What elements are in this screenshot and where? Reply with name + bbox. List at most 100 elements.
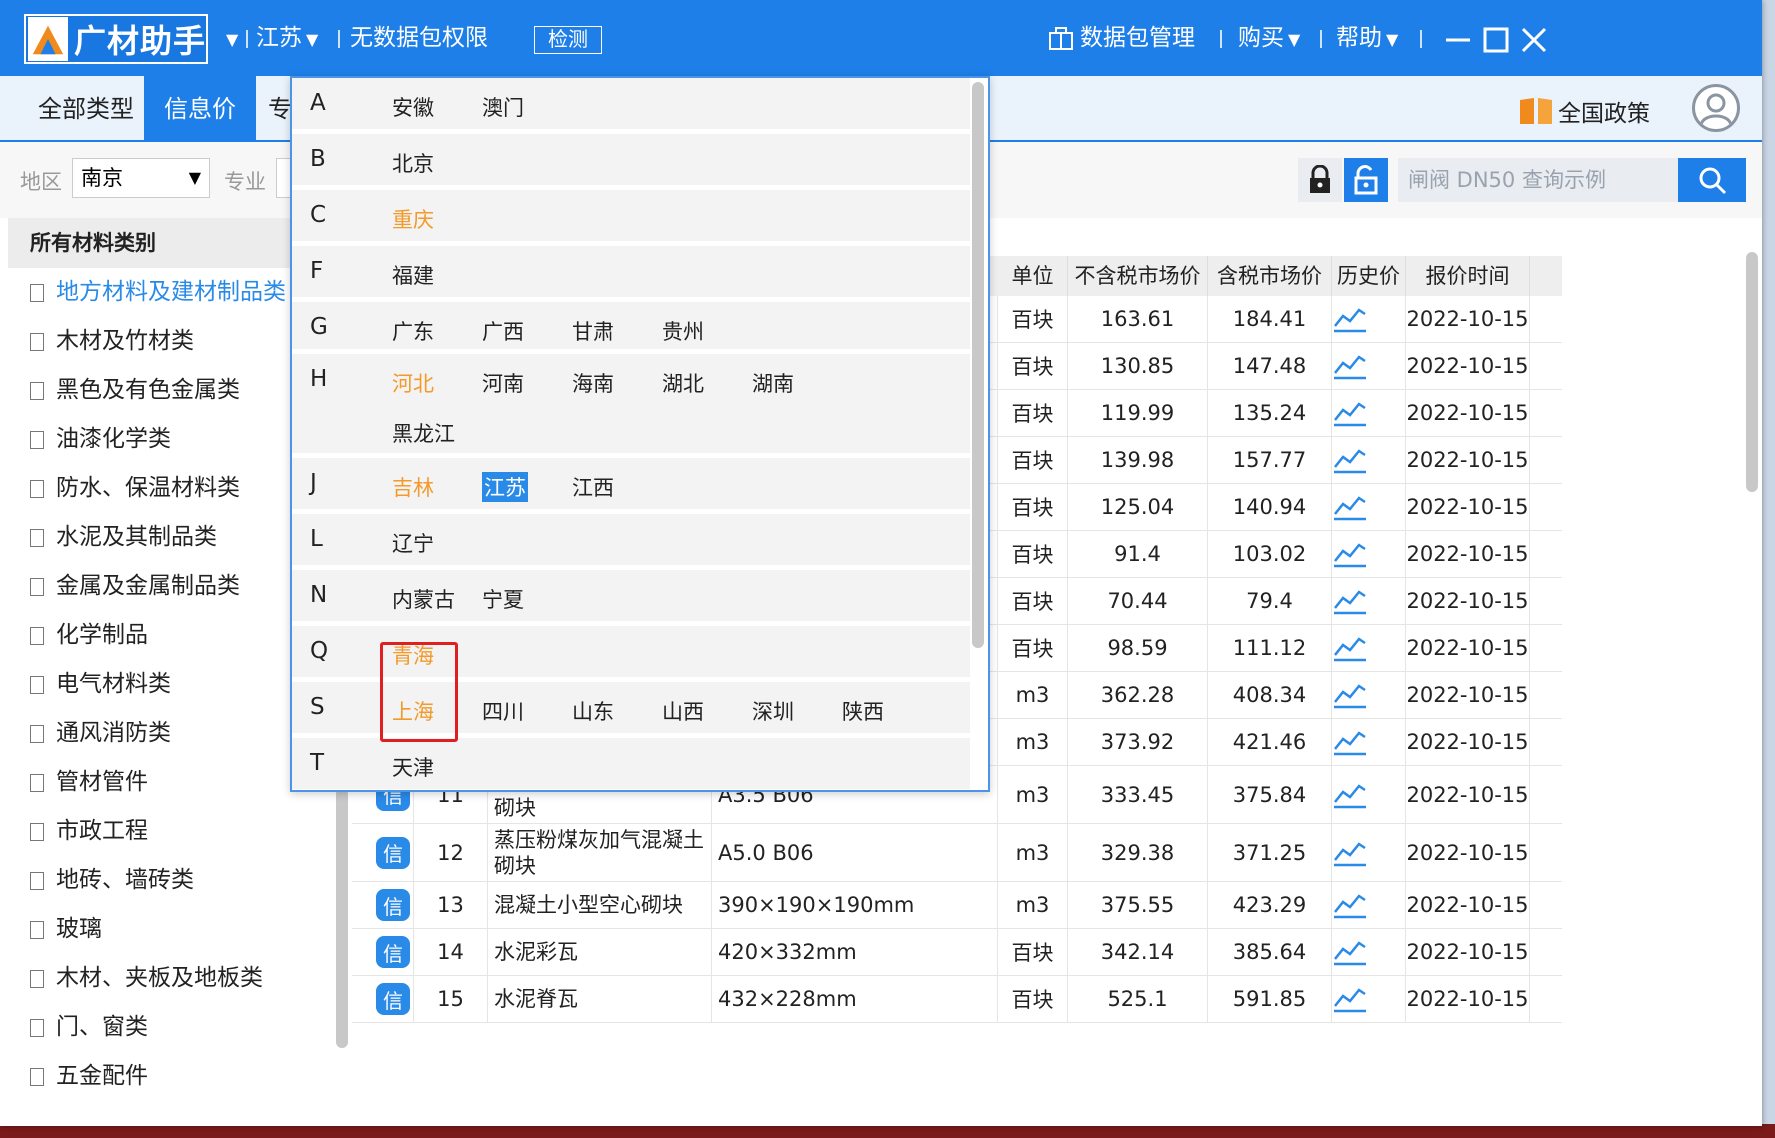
sidebar-item[interactable]: 玻璃 [8, 905, 338, 954]
sidebar-item[interactable]: 化学制品 [8, 611, 338, 660]
tab-all-types[interactable]: 全部类型 [18, 76, 154, 142]
sidebar-item[interactable]: 木材及竹材类 [8, 317, 338, 366]
region-option[interactable]: 山西 [662, 696, 704, 726]
sidebar-item[interactable]: 电气材料类 [8, 660, 338, 709]
table-row[interactable]: 信 14 水泥彩瓦 420×332mm 百块 342.14 385.64 2022-10-15 [352, 929, 1562, 976]
tab-info-price[interactable]: 信息价 [144, 76, 256, 142]
sidebar-item[interactable]: 地砖、墙砖类 [8, 856, 338, 905]
cell-price: 342.14 [1068, 929, 1208, 975]
col-history[interactable]: 历史价 [1332, 256, 1406, 296]
region-option[interactable]: 安徽 [392, 92, 434, 122]
region-option[interactable]: 四川 [482, 696, 524, 726]
package-management-button[interactable]: 数据包管理 [1048, 20, 1195, 56]
cell-price: 362.28 [1068, 672, 1208, 718]
region-option[interactable]: 陕西 [842, 696, 884, 726]
region-label: 地区 [20, 170, 62, 194]
trend-chart-icon[interactable] [1332, 890, 1368, 920]
check-button[interactable]: 检测 [534, 26, 602, 54]
region-option[interactable]: 澳门 [482, 92, 524, 122]
sidebar-item[interactable]: 金属及金属制品类 [8, 562, 338, 611]
region-option[interactable]: 黑龙江 [392, 418, 455, 448]
history-cell [1332, 296, 1406, 342]
national-policy-button[interactable]: 全国政策 [1518, 94, 1650, 128]
user-avatar[interactable] [1692, 84, 1740, 132]
region-option[interactable]: 广西 [482, 316, 524, 346]
table-row[interactable]: 信 13 混凝土小型空心砌块 390×190×190mm m3 375.55 423.29 2… [352, 882, 1562, 929]
col-price-no-tax[interactable]: 不含税市场价 [1068, 256, 1208, 296]
region-option[interactable]: 吉林 [392, 472, 434, 502]
trend-chart-icon[interactable] [1332, 398, 1368, 428]
cell-price: 139.98 [1068, 437, 1208, 483]
region-option[interactable]: 辽宁 [392, 528, 434, 558]
trend-chart-icon[interactable] [1332, 586, 1368, 616]
col-price-tax[interactable]: 含税市场价 [1208, 256, 1332, 296]
trend-chart-icon[interactable] [1332, 727, 1368, 757]
unlock-button[interactable] [1344, 158, 1388, 202]
logo-menu-chevron-icon[interactable]: ▼ [222, 20, 238, 58]
maximize-button[interactable] [1478, 22, 1514, 58]
region-option[interactable]: 河北 [392, 368, 434, 398]
cell-unit: 百块 [998, 578, 1068, 624]
col-quote-date[interactable]: 报价时间 [1406, 256, 1530, 296]
cell-date: 2022-10-15 [1406, 719, 1530, 765]
region-option[interactable]: 重庆 [392, 204, 434, 234]
buy-menu[interactable]: 购买 ▼ [1238, 20, 1300, 58]
region-option[interactable]: 宁夏 [482, 584, 524, 614]
trend-chart-icon[interactable] [1332, 984, 1368, 1014]
sidebar-item[interactable]: 五金配件 [8, 1052, 338, 1101]
sidebar-item[interactable]: 门、窗类 [8, 1003, 338, 1052]
col-unit[interactable]: 单位 [998, 256, 1068, 296]
trend-chart-icon[interactable] [1332, 633, 1368, 663]
trend-chart-icon[interactable] [1332, 445, 1368, 475]
region-option[interactable]: 天津 [392, 752, 434, 782]
cell-tax_price: 371.25 [1208, 824, 1332, 881]
region-option[interactable]: 河南 [482, 368, 524, 398]
trend-chart-icon[interactable] [1332, 780, 1368, 810]
trend-chart-icon[interactable] [1332, 937, 1368, 967]
region-option[interactable]: 海南 [572, 368, 614, 398]
cell-price: 91.4 [1068, 531, 1208, 577]
region-option[interactable]: 江苏 [482, 472, 528, 502]
sidebar-item[interactable]: 通风消防类 [8, 709, 338, 758]
sidebar-item[interactable]: 管材管件 [8, 758, 338, 807]
lock-button[interactable] [1298, 158, 1342, 202]
region-option[interactable]: 广东 [392, 316, 434, 346]
sidebar-item[interactable]: 水泥及其制品类 [8, 513, 338, 562]
region-option[interactable]: 甘肃 [572, 316, 614, 346]
sidebar-item[interactable]: 黑色及有色金属类 [8, 366, 338, 415]
region-option[interactable]: 福建 [392, 260, 434, 290]
sidebar-item[interactable]: 木材、夹板及地板类 [8, 954, 338, 1003]
region-option[interactable]: 内蒙古 [392, 584, 455, 614]
trend-chart-icon[interactable] [1332, 539, 1368, 569]
help-menu[interactable]: 帮助 ▼ [1336, 20, 1398, 58]
region-option[interactable]: 深圳 [752, 696, 794, 726]
sidebar-item[interactable]: 油漆化学类 [8, 415, 338, 464]
trend-chart-icon[interactable] [1332, 304, 1368, 334]
dropdown-scrollbar[interactable] [972, 82, 984, 648]
region-option[interactable]: 北京 [392, 148, 434, 178]
region-option[interactable]: 湖南 [752, 368, 794, 398]
search-input[interactable]: 闸阀 DN50 查询示例 [1398, 158, 1678, 202]
table-row[interactable]: 信 12 蒸压粉煤灰加气混凝土砌块 A5.0 B06 m3 329.38 371.25 202… [352, 824, 1562, 882]
table-scrollbar[interactable] [1746, 252, 1758, 492]
app-logo[interactable]: 广材助手 [24, 14, 208, 64]
search-button[interactable] [1678, 158, 1746, 202]
table-row[interactable]: 信 15 水泥脊瓦 432×228mm 百块 525.1 591.85 2022-10-15 [352, 976, 1562, 1023]
sidebar-item[interactable]: 地方材料及建材制品类 [8, 268, 338, 317]
region-selector[interactable]: 江苏 ▼ [256, 20, 318, 58]
region-option[interactable]: 山东 [572, 696, 614, 726]
close-button[interactable] [1516, 22, 1552, 58]
minimize-button[interactable] [1440, 22, 1476, 58]
region-option[interactable]: 湖北 [662, 368, 704, 398]
sidebar-item[interactable]: 防水、保温材料类 [8, 464, 338, 513]
sidebar-scrollbar[interactable] [336, 788, 348, 1048]
category-list: 地方材料及建材制品类 木材及竹材类 黑色及有色金属类 油漆化学类 防水、保温材料类 水泥及… [8, 268, 338, 1101]
trend-chart-icon[interactable] [1332, 838, 1368, 868]
region-option[interactable]: 江西 [572, 472, 614, 502]
trend-chart-icon[interactable] [1332, 351, 1368, 381]
sidebar-item[interactable]: 市政工程 [8, 807, 338, 856]
region-option[interactable]: 贵州 [662, 316, 704, 346]
trend-chart-icon[interactable] [1332, 492, 1368, 522]
trend-chart-icon[interactable] [1332, 680, 1368, 710]
region-select[interactable]: 南京 ▼ [72, 158, 210, 198]
